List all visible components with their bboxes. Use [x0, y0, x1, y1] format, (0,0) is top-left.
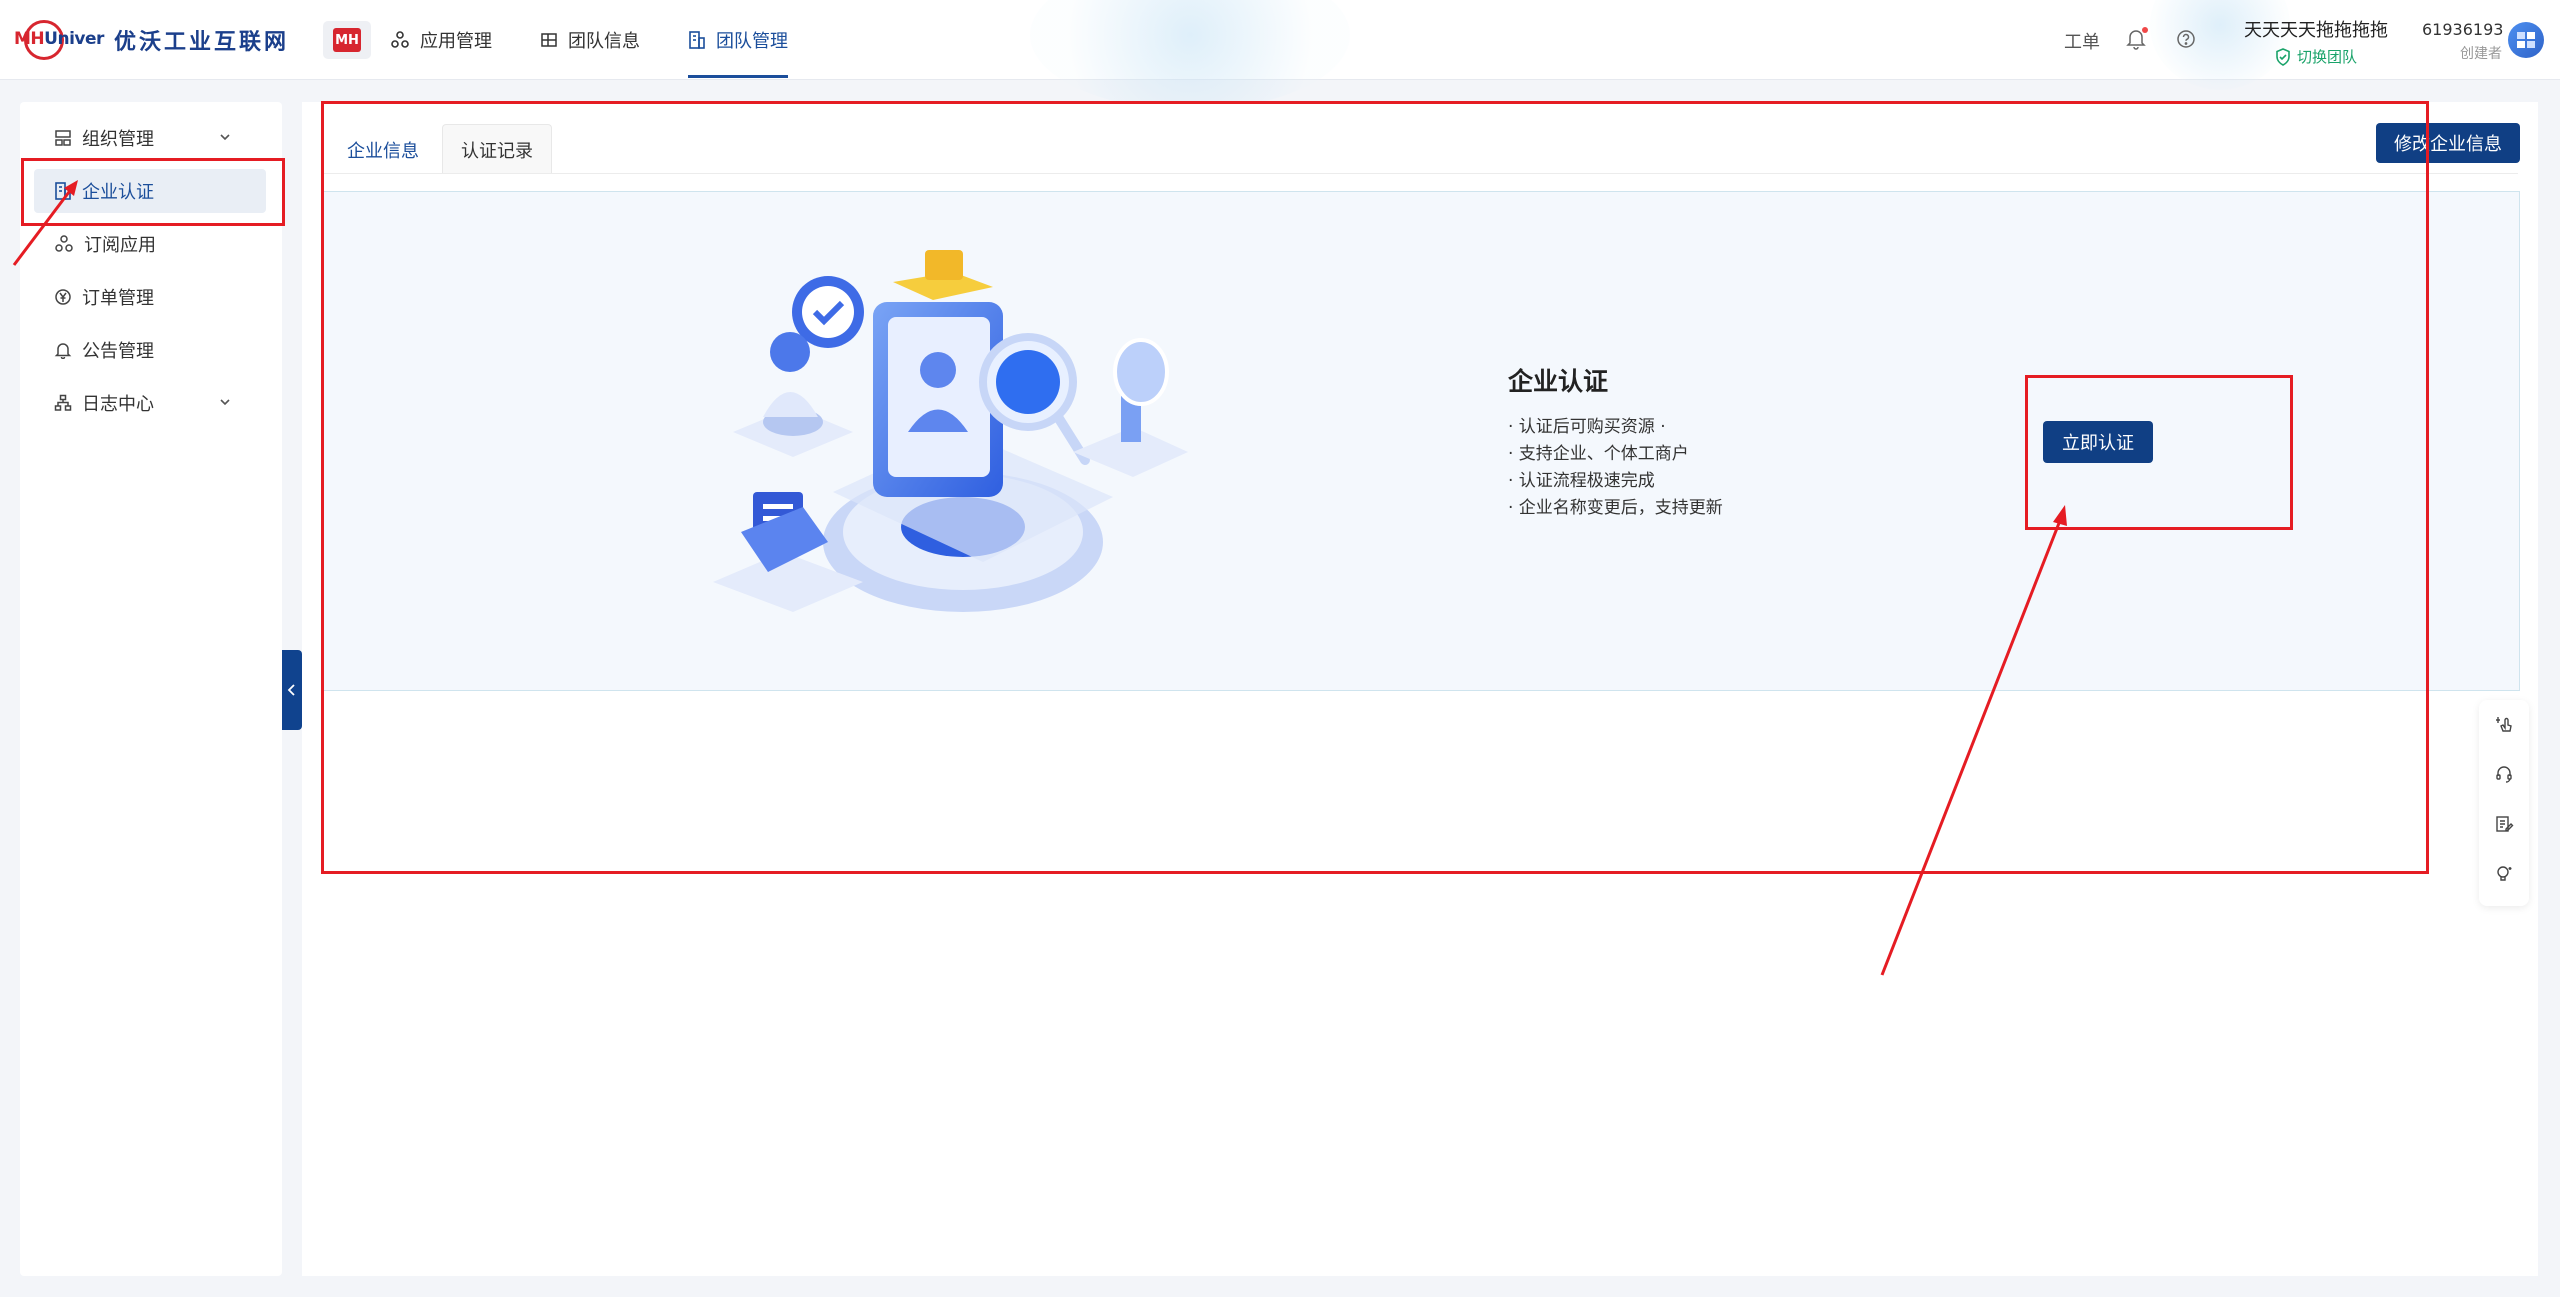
- sidebar-collapse-button[interactable]: [282, 650, 302, 730]
- app-switcher-badge[interactable]: MH: [323, 21, 371, 59]
- nav-item-apps[interactable]: 应用管理: [390, 0, 492, 80]
- ticket-link[interactable]: 工单: [2064, 28, 2100, 54]
- tips-button[interactable]: [2492, 862, 2516, 886]
- org-icon: [55, 130, 71, 146]
- sidebar-item-org[interactable]: 组织管理: [34, 116, 266, 160]
- help-button[interactable]: [2176, 29, 2196, 53]
- notification-dot: [2142, 27, 2148, 33]
- team-info-icon: [541, 33, 557, 47]
- bell-icon: [54, 343, 72, 359]
- edit-note-icon: [2496, 816, 2514, 832]
- user-id: 61936193: [2422, 20, 2504, 39]
- avatar[interactable]: [2508, 22, 2544, 58]
- sidebar-item-subscribe[interactable]: 订阅应用: [34, 222, 266, 266]
- touch-tool-button[interactable]: [2492, 712, 2516, 736]
- nav-item-team-manage[interactable]: 团队管理: [688, 0, 788, 80]
- log-icon: [54, 394, 72, 411]
- floating-toolbar: [2479, 700, 2529, 906]
- help-icon: [2177, 30, 2195, 48]
- sidebar: 组织管理 企业认证 订阅应用 订单管理 公告管理 日志中心: [20, 102, 282, 1276]
- sidebar-item-orders[interactable]: 订单管理: [34, 275, 266, 319]
- annotation-box-sidebar: [21, 158, 285, 226]
- top-nav: 应用管理 团队信息 团队管理: [390, 0, 836, 80]
- chevron-left-icon: [287, 684, 295, 696]
- brand-name: 优沃工业互联网: [114, 30, 290, 55]
- yen-icon: [55, 289, 71, 305]
- sidebar-item-logs[interactable]: 日志中心: [34, 381, 266, 425]
- team-switcher[interactable]: 天天天天拖拖拖拖 切换团队: [2236, 16, 2396, 67]
- logo-mark: MHUniver: [14, 18, 104, 62]
- team-name: 天天天天拖拖拖拖: [2244, 20, 2388, 41]
- user-info[interactable]: 61936193 创建者: [2422, 20, 2504, 63]
- brand-logo[interactable]: MHUniver 优沃工业互联网: [14, 18, 289, 62]
- shield-check-icon: [2276, 47, 2290, 66]
- user-role: 创建者: [2460, 46, 2502, 62]
- avatar-icon: [2517, 32, 2535, 48]
- subscribe-icon: [55, 235, 73, 252]
- sidebar-item-announcements[interactable]: 公告管理: [34, 328, 266, 372]
- switch-team-link[interactable]: 切换团队: [2236, 46, 2396, 67]
- touch-icon: [2496, 717, 2512, 732]
- chevron-down-icon: [220, 134, 230, 141]
- lightbulb-icon: [2497, 866, 2512, 881]
- notification-bell[interactable]: [2126, 27, 2148, 54]
- headset-icon: [2496, 766, 2512, 783]
- feedback-button[interactable]: [2492, 812, 2516, 836]
- top-header: MHUniver 优沃工业互联网 MH 应用管理 团队信息 团队管理 工单 天天…: [0, 0, 2560, 110]
- header-decoration: [1030, 0, 1350, 110]
- chevron-down-icon: [220, 399, 230, 406]
- apps-icon: [391, 31, 409, 48]
- annotation-box-button: [2025, 375, 2293, 530]
- nav-item-team-info[interactable]: 团队信息: [540, 0, 640, 80]
- customer-service-button[interactable]: [2492, 762, 2516, 786]
- team-manage-icon: [689, 31, 705, 49]
